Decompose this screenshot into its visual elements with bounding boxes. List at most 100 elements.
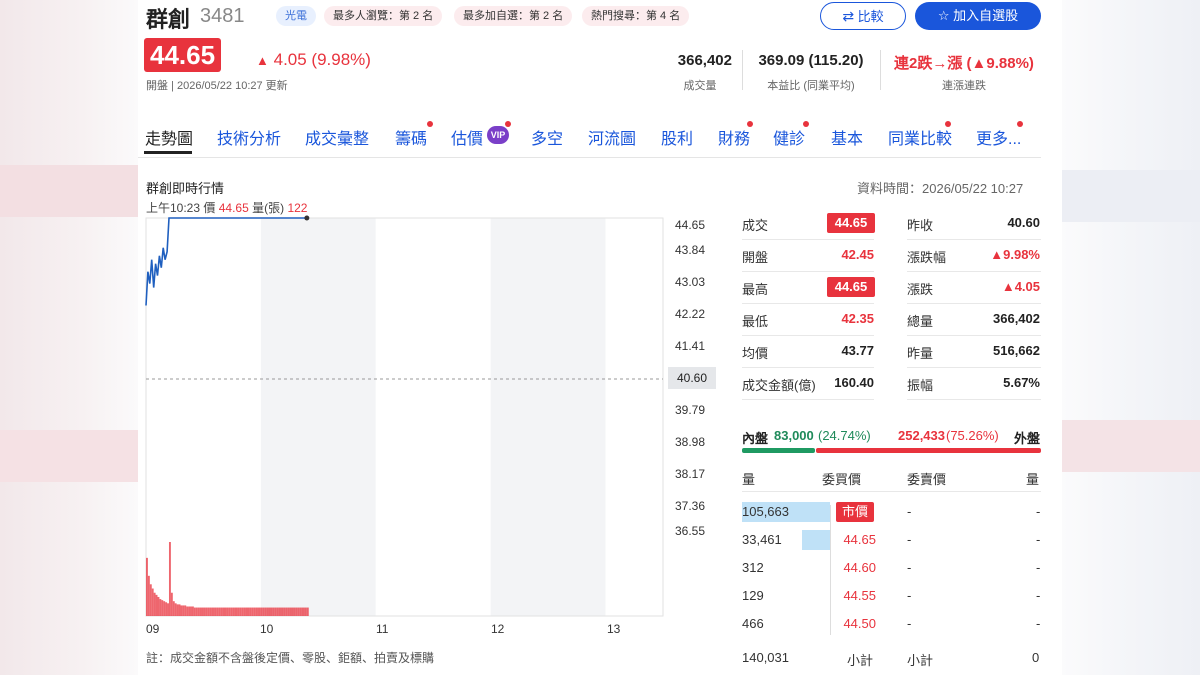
bid-price: 44.65	[843, 532, 876, 547]
volume-bar	[306, 607, 309, 616]
x-tick-label: 10	[260, 622, 274, 636]
volume-bar	[241, 607, 244, 616]
volume-bar	[274, 607, 277, 616]
y-tick-label: 41.41	[675, 339, 706, 353]
volume-bar	[268, 607, 271, 616]
bid-volume: 105,663	[742, 504, 789, 519]
tag-industry[interactable]: 光電	[276, 6, 316, 26]
notification-dot	[803, 121, 809, 127]
footnote: 註：成交金額不含盤後定價、零股、鉅額、拍賣及標購	[146, 651, 435, 665]
tag-most-viewed[interactable]: 最多人瀏覽：第 2 名	[324, 6, 443, 26]
y-tick-label: 37.36	[675, 499, 706, 513]
quote-row-divider	[907, 399, 1041, 400]
volume-bar	[165, 602, 168, 616]
quote-label: 總量	[907, 314, 934, 329]
quote-value: 40.60	[1007, 215, 1040, 230]
active-tab-indicator	[144, 151, 192, 154]
volume-bar	[291, 607, 294, 616]
star-icon: ☆	[937, 8, 950, 23]
stat-pe-value: 369.09 (115.20)	[758, 52, 864, 69]
volume-bar	[272, 607, 275, 616]
background-left	[0, 0, 138, 675]
volume-bar	[222, 607, 225, 616]
quote-row-divider	[742, 239, 874, 240]
inner-label: 內盤	[742, 431, 769, 446]
volume-bar	[249, 607, 252, 616]
tag-hot-search[interactable]: 熱門搜尋：第 4 名	[582, 6, 690, 26]
tab-financial[interactable]: 財務	[718, 125, 750, 149]
tab-chips[interactable]: 籌碼	[395, 125, 427, 149]
add-watchlist-button[interactable]: ☆ 加入自選股	[915, 2, 1041, 30]
hour-band	[605, 218, 663, 616]
outer-ratio-bar	[816, 448, 1041, 453]
volume-bar	[176, 604, 179, 616]
tab-trend[interactable]: 走勢圖	[145, 125, 193, 149]
volume-bar	[211, 607, 214, 616]
price-change: ▲ 4.05 (9.98%)	[256, 50, 371, 70]
tab-health[interactable]: 健診	[773, 125, 805, 149]
volume-bar	[226, 607, 229, 616]
notification-dot	[1017, 121, 1023, 127]
tab-technical[interactable]: 技術分析	[217, 125, 281, 149]
quote-label: 漲跌	[907, 282, 934, 297]
quote-label: 昨收	[907, 218, 934, 233]
tab-valuation[interactable]: 估價	[451, 125, 483, 149]
volume-bar	[255, 607, 258, 616]
inner-pct: (24.74%)	[818, 428, 871, 443]
volume-bar	[163, 601, 166, 616]
quote-label: 成交金額(億)	[742, 378, 816, 393]
volume-bar	[161, 600, 164, 616]
ask-price: -	[907, 616, 912, 631]
quote-label: 昨量	[907, 346, 934, 361]
outer-label: 外盤	[1014, 431, 1041, 446]
tab-more[interactable]: 更多...	[976, 125, 1021, 149]
tab-river[interactable]: 河流圖	[588, 125, 636, 149]
ask-volume: -	[1036, 560, 1041, 575]
background-right	[1062, 0, 1200, 675]
tag-most-watchlisted[interactable]: 最多加自選：第 2 名	[454, 6, 573, 26]
volume-bar	[220, 607, 223, 616]
outer-value: 252,433	[898, 428, 945, 443]
tab-peer-compare[interactable]: 同業比較	[888, 125, 952, 149]
volume-bar	[168, 542, 171, 616]
quote-row-divider	[907, 335, 1041, 336]
current-price: 44.65	[144, 38, 222, 72]
market-price-badge: 市價	[836, 502, 875, 522]
volume-bar	[283, 607, 286, 616]
tab-long-short[interactable]: 多空	[531, 125, 563, 149]
x-tick-label: 12	[491, 622, 505, 636]
ask-price: -	[907, 588, 912, 603]
notification-dot	[427, 121, 433, 127]
compare-button[interactable]: ⇄ 比較	[820, 2, 906, 30]
volume-bar	[214, 607, 217, 616]
hour-band	[146, 218, 261, 616]
volume-bar	[216, 607, 219, 616]
quote-value: 516,662	[993, 343, 1040, 358]
volume-bar	[191, 606, 194, 616]
volume-bar	[218, 607, 221, 616]
volume-bar	[257, 607, 259, 616]
volume-bar	[167, 603, 169, 616]
reference-price-tag: 40.60	[668, 367, 716, 389]
volume-bar	[301, 607, 304, 616]
quote-label: 最低	[742, 314, 769, 329]
tab-trades[interactable]: 成交彙整	[305, 125, 369, 149]
y-tick-label: 43.84	[675, 243, 706, 257]
quote-value: ▲9.98%	[990, 247, 1040, 262]
subtotal-ask-label: 小計	[907, 653, 934, 668]
stat-streak-value: 連2跌→漲 (▲9.88%)	[894, 55, 1034, 72]
volume-bar	[190, 606, 192, 616]
intraday-chart[interactable]	[138, 210, 678, 630]
volume-bar	[280, 607, 282, 616]
hour-band	[260, 218, 376, 616]
volume-bar	[146, 557, 148, 616]
orderbook-header-ask-price: 委賣價	[907, 472, 947, 487]
up-triangle-icon: ▲	[256, 53, 269, 68]
tab-basic[interactable]: 基本	[831, 125, 863, 149]
bid-volume: 312	[742, 560, 764, 575]
volume-bar	[170, 592, 173, 616]
subtotal-bid-label: 小計	[847, 653, 874, 668]
quote-row-divider	[742, 335, 874, 336]
tab-dividend[interactable]: 股利	[661, 125, 693, 149]
quote-value: 160.40	[834, 375, 874, 390]
